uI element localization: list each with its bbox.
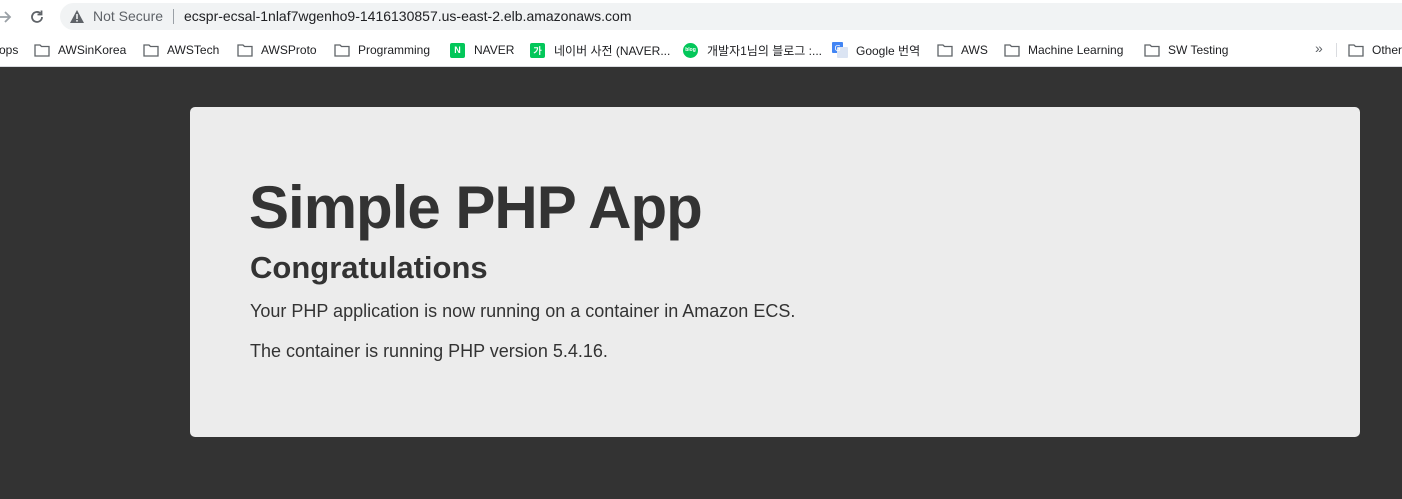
bookmark-label: AWSinKorea [58,43,127,57]
bookmark-label: Other [1372,43,1402,57]
bookmark-sw-testing[interactable]: SW Testing [1144,40,1228,60]
blog-icon: blog [683,42,698,58]
naver-icon: N [450,42,465,58]
bookmark-label: 네이버 사전 (NAVER... [554,43,671,58]
reload-icon[interactable] [28,8,46,26]
forward-arrow-icon[interactable] [0,8,14,26]
bookmark-label: AWSProto [261,43,317,57]
page-subtitle: Congratulations [250,250,488,285]
bookmark-other[interactable]: Other [1348,40,1402,60]
bookmark-programming[interactable]: Programming [334,40,430,60]
bookmark-label: SW Testing [1168,43,1229,57]
address-bar[interactable]: Not Secure ecspr-ecsal-1nlaf7wgenho9-141… [60,3,1402,30]
folder-icon [34,43,50,57]
browser-toolbar: Not Secure ecspr-ecsal-1nlaf7wgenho9-141… [0,0,1402,33]
folder-icon [237,43,253,57]
bookmarks-bar: ops AWSinKorea AWSTech AWSProto Programm… [0,33,1402,67]
warning-icon[interactable] [69,9,85,24]
bookmark-label: Machine Learning [1028,43,1124,57]
bookmarks-overflow-button[interactable]: » [1315,40,1323,56]
folder-icon [143,43,159,57]
bookmark-awsinkorea[interactable]: AWSinKorea [34,40,126,60]
google-translate-icon: G [832,42,848,58]
folder-icon [937,43,953,57]
folder-icon [1004,43,1020,57]
folder-icon [334,43,350,57]
bookmark-naver-dict[interactable]: 가 네이버 사전 (NAVER... [530,40,670,60]
bookmark-blog[interactable]: blog 개발자1님의 블로그 :... [683,40,822,60]
bookmark-machine-learning[interactable]: Machine Learning [1004,40,1123,60]
bookmark-label: NAVER [474,43,515,57]
folder-icon [1348,43,1364,57]
version-paragraph: The container is running PHP version 5.4… [250,341,608,361]
page-title: Simple PHP App [249,174,703,241]
folder-icon [1144,43,1160,57]
bookmark-label: Google 번역 [856,43,921,58]
bookmark-aws[interactable]: AWS [937,40,988,60]
bookmark-google-translate[interactable]: G Google 번역 [832,40,920,60]
bookmark-label: ops [0,43,19,57]
address-divider [173,9,174,24]
bookmark-naver[interactable]: N NAVER [450,40,514,60]
bookmark-awstech[interactable]: AWSTech [143,40,219,60]
bookmark-label: Programming [358,43,431,57]
bookmark-label: 개발자1님의 블로그 :... [707,43,822,58]
naver-dict-icon: 가 [530,42,545,58]
content-card: Simple PHP App Congratulations Your PHP … [190,107,1360,437]
bookmark-apps[interactable]: ops [0,40,18,60]
bookmark-awsproto[interactable]: AWSProto [237,40,317,60]
status-paragraph: Your PHP application is now running on a… [250,301,796,321]
svg-text:G: G [835,44,841,53]
url-text[interactable]: ecspr-ecsal-1nlaf7wgenho9-1416130857.us-… [184,8,632,24]
bookmark-label: AWSTech [167,43,220,57]
bookmark-label: AWS [961,43,988,57]
security-label[interactable]: Not Secure [93,8,163,24]
bookmarks-separator [1336,43,1337,57]
